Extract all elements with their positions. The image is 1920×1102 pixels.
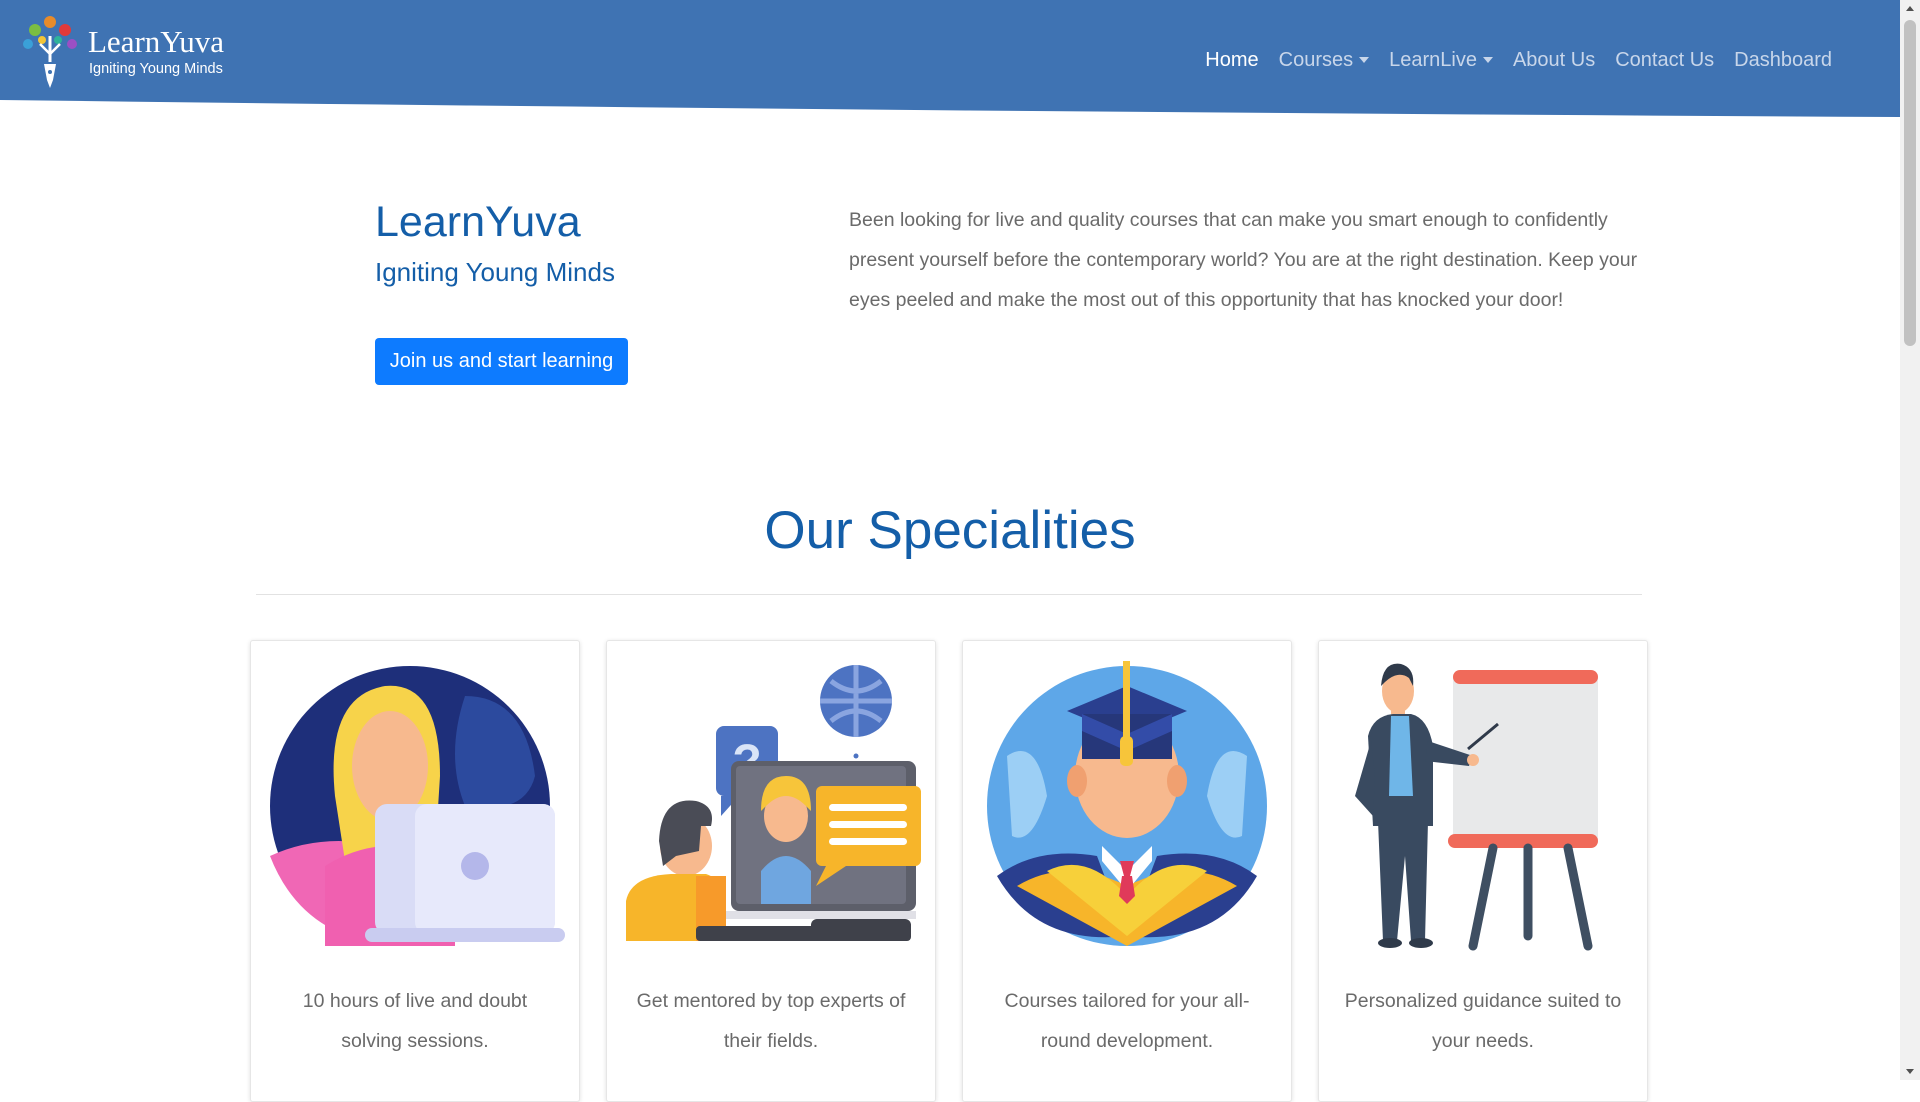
scroll-down-arrow-icon[interactable] xyxy=(1906,1069,1914,1074)
hero-subtitle: Igniting Young Minds xyxy=(375,257,615,287)
speciality-card-mentoring: ? Get mentored by top experts of their f… xyxy=(606,640,936,1102)
nav-dashboard[interactable]: Dashboard xyxy=(1734,49,1832,72)
nav-contact-us[interactable]: Contact Us xyxy=(1615,49,1714,72)
speciality-card-courses: Courses tailored for your all-round deve… xyxy=(962,640,1292,1102)
nav-home[interactable]: Home xyxy=(1205,49,1258,72)
join-us-button[interactable]: Join us and start learning xyxy=(375,338,628,385)
nav-home-label: Home xyxy=(1205,48,1259,71)
nav-dashboard-label: Dashboard xyxy=(1734,48,1832,71)
online-mentoring-illustration-icon: ? xyxy=(626,665,921,941)
main-nav: Home Courses LearnLive About Us Contact … xyxy=(1185,48,1832,72)
caret-down-icon xyxy=(1482,57,1493,63)
graduate-illustration-icon xyxy=(987,661,1267,946)
speciality-card-guidance: Personalized guidance suited to your nee… xyxy=(1318,640,1648,1102)
nav-about-label: About Us xyxy=(1512,48,1596,71)
nav-courses-label: Courses xyxy=(1278,48,1354,71)
scrollbar-thumb[interactable] xyxy=(1904,20,1916,346)
nav-learnlive-label: LearnLive xyxy=(1389,48,1477,71)
speciality-text: Personalized guidance suited to your nee… xyxy=(1344,990,1622,1052)
nav-courses-dropdown[interactable]: Courses xyxy=(1278,48,1370,72)
pen-tree-logo-icon xyxy=(23,16,77,88)
hero-title: LearnYuva xyxy=(375,198,581,246)
logo-tagline: Igniting Young Minds xyxy=(89,61,223,77)
caret-down-icon xyxy=(1359,57,1370,63)
hero-description: Been looking for live and quality course… xyxy=(849,209,1638,311)
nav-about-us[interactable]: About Us xyxy=(1513,49,1595,72)
specialities-heading: Our Specialities xyxy=(764,501,1136,560)
logo[interactable]: LearnYuva Igniting Young Minds xyxy=(20,14,260,94)
speciality-text: 10 hours of live and doubt solving sessi… xyxy=(302,990,528,1052)
scroll-up-arrow-icon[interactable] xyxy=(1906,6,1914,11)
section-divider xyxy=(256,594,1642,595)
student-laptop-illustration-icon xyxy=(270,666,565,946)
nav-contact-label: Contact Us xyxy=(1615,48,1715,71)
page-scrollbar[interactable] xyxy=(1900,0,1920,1080)
logo-name: LearnYuva xyxy=(88,24,224,59)
presenter-whiteboard-illustration-icon xyxy=(1355,663,1598,951)
speciality-text: Get mentored by top experts of their fie… xyxy=(636,990,906,1052)
nav-learnlive-dropdown[interactable]: LearnLive xyxy=(1389,49,1493,72)
speciality-text: Courses tailored for your all-round deve… xyxy=(1004,990,1250,1052)
speciality-card-live-sessions: 10 hours of live and doubt solving sessi… xyxy=(250,640,580,1102)
